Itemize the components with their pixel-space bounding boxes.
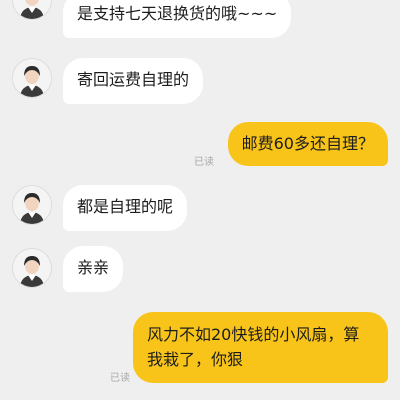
read-status: 已读 — [110, 373, 130, 384]
agent-avatar[interactable] — [12, 248, 52, 288]
message-bubble-incoming[interactable]: 都是自理的呢 — [63, 185, 188, 231]
agent-avatar[interactable] — [12, 0, 52, 20]
agent-avatar[interactable] — [12, 185, 52, 225]
message-bubble-outgoing[interactable]: 邮费60多还自理？ — [227, 122, 388, 166]
message-bubble-incoming[interactable]: 亲亲 — [63, 246, 124, 292]
message-bubble-incoming[interactable]: 寄回运费自理的 — [63, 58, 204, 104]
read-status: 已读 — [194, 157, 214, 168]
agent-avatar[interactable] — [12, 58, 52, 98]
message-bubble-outgoing[interactable]: 风力不如20快钱的小风扇，算我栽了，你狠 — [133, 312, 388, 383]
message-bubble-incoming[interactable]: 是支持七天退换货的哦~~~ — [63, 0, 292, 38]
